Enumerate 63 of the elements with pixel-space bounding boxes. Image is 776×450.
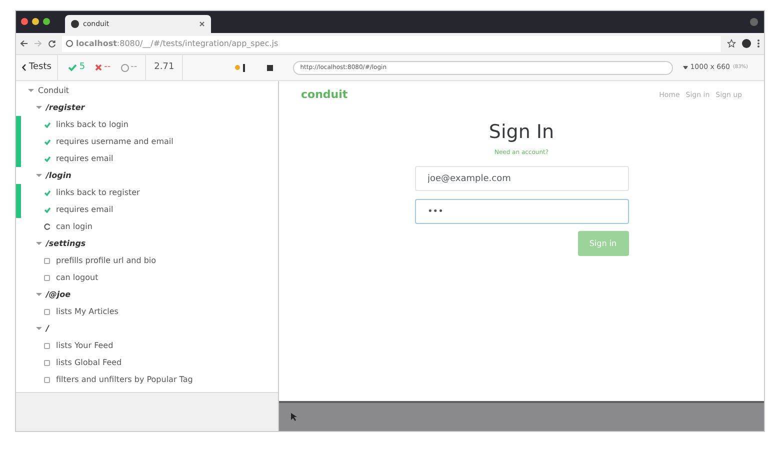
extension-icon[interactable] (742, 39, 751, 48)
input-field[interactable]: ••• (414, 199, 628, 224)
test-title[interactable]: prefills profile url and bio (56, 254, 156, 266)
checkbox-icon (44, 308, 50, 314)
test-title[interactable]: requires email (56, 204, 114, 216)
address-url: localhost:8080/__/#/tests/integration/app_spec.js (76, 38, 278, 50)
check-icon (68, 64, 78, 71)
page-title: Sign In (488, 120, 554, 144)
suite-title[interactable]: / (46, 322, 49, 334)
info-icon (66, 40, 73, 47)
refresh-icon (44, 223, 51, 230)
site-icon (71, 20, 79, 28)
chevron-left-icon (22, 64, 26, 71)
suite-title[interactable]: /@joe (46, 288, 71, 300)
suite-title[interactable]: /register (46, 102, 85, 114)
checkbox-icon (44, 274, 50, 280)
check-icon (44, 122, 51, 128)
pending-icon (120, 64, 129, 72)
checkbox-icon (44, 360, 50, 366)
suite-title[interactable]: /login (46, 170, 72, 182)
scroll-icon[interactable] (243, 64, 246, 72)
test-title[interactable]: requires username and email (56, 136, 174, 148)
close-icon[interactable] (199, 21, 205, 27)
checkbox-icon (44, 342, 50, 348)
checkbox-icon (44, 376, 50, 382)
check-icon (44, 156, 51, 162)
star-icon[interactable] (727, 39, 736, 48)
input-field[interactable]: joe@example.com (414, 166, 628, 191)
cross-icon (95, 64, 102, 71)
test-title[interactable]: lists My Articles (56, 306, 118, 318)
caret-icon (36, 242, 42, 245)
test-title[interactable]: can login (56, 220, 92, 232)
check-icon (44, 190, 51, 196)
caret-icon (36, 327, 42, 330)
caret-icon (683, 66, 688, 69)
address-field[interactable]: localhost:8080/__/#/tests/integration/app_spec.js (62, 36, 721, 52)
test-title[interactable]: filters and unfilters by Popular Tag (56, 374, 193, 386)
profile-icon[interactable] (750, 18, 758, 26)
stop-icon[interactable] (267, 64, 274, 70)
back-arrow-icon[interactable] (20, 40, 28, 47)
caret-icon (36, 293, 42, 296)
checkbox-icon (44, 258, 50, 264)
check-icon (44, 138, 51, 144)
tests-button[interactable]: Tests (16, 55, 58, 80)
caret-icon (36, 174, 42, 177)
test-title[interactable]: lists Your Feed (56, 340, 114, 352)
failed-count: -- (104, 60, 111, 74)
check-icon (44, 206, 51, 212)
suite-title[interactable]: Conduit (38, 84, 70, 96)
passed-count: 5 (79, 60, 86, 74)
cursor-icon (291, 413, 297, 421)
reload-icon[interactable] (48, 40, 56, 48)
test-title[interactable]: links back to register (56, 186, 140, 198)
menu-icon[interactable] (757, 39, 760, 48)
test-title[interactable]: links back to login (56, 118, 128, 130)
caret-icon (36, 106, 42, 109)
caret-icon (28, 89, 34, 92)
test-title[interactable]: requires email (56, 152, 114, 164)
duration: 2.71 (145, 55, 184, 80)
test-title[interactable]: lists Global Feed (56, 356, 122, 368)
suite-title[interactable]: /settings (46, 238, 86, 250)
test-title[interactable]: can logout (56, 272, 98, 284)
pending-count: -- (130, 60, 138, 74)
